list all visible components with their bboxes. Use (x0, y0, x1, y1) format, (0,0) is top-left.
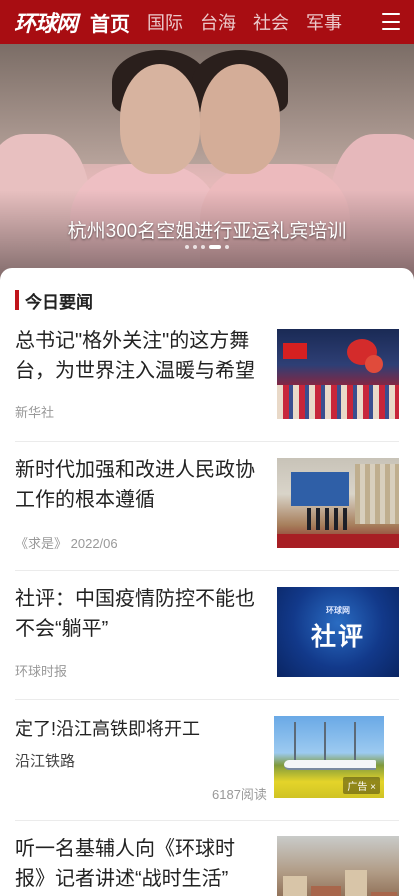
site-logo[interactable]: 环球网 (14, 6, 90, 38)
carousel-dot-active[interactable] (209, 245, 221, 249)
divider (15, 699, 399, 700)
carousel-dot[interactable] (193, 245, 197, 249)
news-thumbnail[interactable]: 环球网 社评 (277, 587, 399, 677)
tab-military[interactable]: 军事 (306, 9, 342, 35)
carousel-dots (0, 245, 414, 249)
thumbnail-brand: 环球网 (326, 606, 350, 615)
carousel-dot[interactable] (225, 245, 229, 249)
section-title: 今日要闻 (25, 292, 93, 312)
read-count: 6187阅读 (212, 787, 267, 802)
tab-international[interactable]: 国际 (147, 9, 183, 35)
tab-home[interactable]: 首页 (90, 8, 130, 37)
train-image (284, 760, 376, 770)
news-meta: 《求是》 2022/06 (15, 533, 118, 552)
news-date: 2022/06 (70, 536, 118, 551)
news-source: 新华社 (15, 405, 55, 420)
banner-carousel[interactable]: 杭州300名空姐进行亚运礼宾培训 (0, 44, 414, 280)
news-title[interactable]: 听一名基辅人向《环球时报》记者讲述“战时生活” (15, 834, 263, 894)
news-thumbnail[interactable] (277, 836, 399, 896)
banner-photo-face (120, 64, 200, 174)
ad-badge[interactable]: 广告 × (343, 777, 380, 794)
divider (15, 441, 399, 442)
news-thumbnail[interactable] (277, 329, 399, 419)
news-title[interactable]: 总书记"格外关注"的这方舞台，为世界注入温暖与希望 (15, 326, 263, 386)
carousel-dot[interactable] (201, 245, 205, 249)
news-source: 环球时报 (15, 664, 68, 679)
ad-item[interactable]: 定了!沿江高铁即将开工 沿江铁路 6187阅读 广告 × (15, 714, 399, 804)
tab-taiwan-strait[interactable]: 台海 (200, 9, 236, 35)
hamburger-menu-icon[interactable] (382, 13, 400, 30)
ad-title[interactable]: 定了!沿江高铁即将开工 (15, 714, 263, 744)
divider (15, 820, 399, 821)
section-accent-bar (15, 290, 19, 310)
channel-tabs: 首页 国际 台海 社会 军事 (90, 0, 359, 44)
news-title[interactable]: 新时代加强和改进人民政协工作的根本遵循 (15, 455, 263, 515)
news-item[interactable]: 总书记"格外关注"的这方舞台，为世界注入温暖与希望 新华社 (15, 326, 399, 426)
carousel-dot[interactable] (185, 245, 189, 249)
tab-society[interactable]: 社会 (253, 9, 289, 35)
ad-thumbnail[interactable]: 广告 × (274, 716, 384, 798)
banner-photo-face (200, 64, 280, 174)
ad-subtitle: 沿江铁路 (15, 753, 76, 770)
divider (15, 570, 399, 571)
news-item[interactable]: 听一名基辅人向《环球时报》记者讲述“战时生活” (15, 834, 399, 896)
top-nav-bar: 环球网 首页 国际 台海 社会 军事 (0, 0, 414, 44)
thumbnail-text: 社评 (310, 623, 365, 651)
news-item[interactable]: 社评：中国疫情防控不能也不会“躺平” 环球时报 环球网 社评 (15, 584, 399, 684)
news-source: 《求是》 (15, 536, 68, 551)
news-item[interactable]: 新时代加强和改进人民政协工作的根本遵循 《求是》 2022/06 (15, 455, 399, 555)
section-header: 今日要闻 (15, 290, 93, 312)
news-thumbnail[interactable] (277, 458, 399, 548)
banner-caption[interactable]: 杭州300名空姐进行亚运礼宾培训 (0, 216, 414, 243)
news-title[interactable]: 社评：中国疫情防控不能也不会“躺平” (15, 584, 263, 644)
